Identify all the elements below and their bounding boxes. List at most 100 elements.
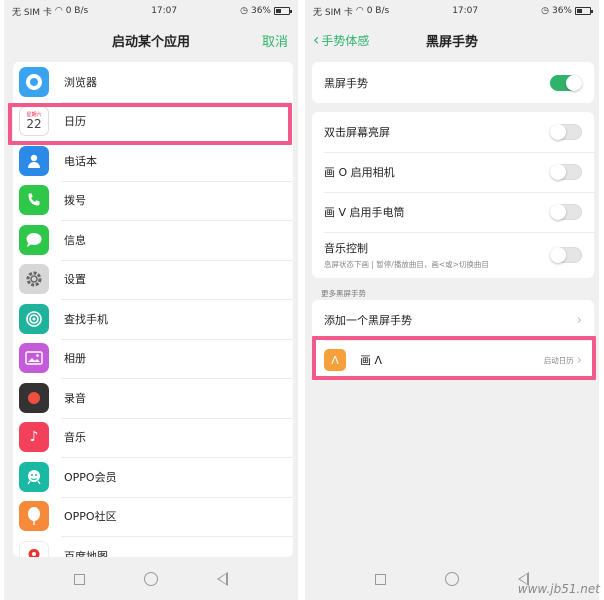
add-gesture-row[interactable]: 添加一个黑屏手势 › <box>312 300 594 340</box>
app-item-recorder[interactable]: 录音 <box>13 378 293 418</box>
app-label: 查找手机 <box>64 312 108 326</box>
calendar-icon: 星期六 22 <box>19 106 49 137</box>
carrier-text: 无 SIM 卡 <box>12 7 52 18</box>
back-button[interactable]: ‹ 手势体感 <box>313 32 369 49</box>
app-label: 浏览器 <box>64 75 97 89</box>
messages-icon <box>19 224 49 255</box>
double-tap-wake-row[interactable]: 双击屏幕亮屏 <box>312 112 594 152</box>
wifi-icon: ◠ <box>355 6 364 16</box>
cancel-button[interactable]: 取消 <box>262 31 288 50</box>
recent-apps-icon[interactable] <box>73 573 85 585</box>
screen-off-gesture-toggle[interactable] <box>550 74 582 91</box>
page-title: 黑屏手势 <box>425 34 478 50</box>
app-label: OPPO会员 <box>64 470 117 484</box>
system-nav-bar <box>4 558 298 600</box>
setting-label: 黑屏手势 <box>324 76 368 90</box>
setting-label: 画 V 启用手电筒 <box>324 206 405 219</box>
browser-icon <box>19 66 49 97</box>
recent-apps-icon[interactable] <box>374 573 386 585</box>
main-toggle-card: 黑屏手势 <box>312 62 594 103</box>
music-control-row[interactable]: 音乐控制 息屏状态下画 | 暂停/播放曲目，画<或>切换曲目 <box>312 232 594 278</box>
custom-gesture-row[interactable]: Λ 画 Λ 启动日历 › <box>312 340 594 380</box>
setting-label: 添加一个黑屏手势 <box>324 314 412 327</box>
right-screen: 无 SIM 卡 ◠ 0 B/s 17:07 ◷ 36% ‹ 手势体感 黑屏手势 … <box>305 0 599 600</box>
options-card: 双击屏幕亮屏 画 O 启用相机 画 V 启用手电筒 音乐控制 息屏状态下画 | … <box>312 112 594 278</box>
recorder-icon <box>19 382 49 413</box>
app-item-calendar[interactable]: 星期六 22 日历 <box>13 101 293 142</box>
status-bar: 无 SIM 卡 ◠ 0 B/s 17:07 ◷ 36% <box>4 0 298 22</box>
app-label: 相册 <box>64 352 86 366</box>
chevron-left-icon: ‹ <box>313 30 320 49</box>
draw-o-camera-row[interactable]: 画 O 启用相机 <box>312 152 594 192</box>
app-item-phone[interactable]: 拨号 <box>13 180 293 221</box>
app-label: 设置 <box>64 273 86 287</box>
draw-v-flashlight-row[interactable]: 画 V 启用手电筒 <box>312 192 594 232</box>
setting-label: 音乐控制 <box>324 242 368 255</box>
watermark: www.jb51.net <box>517 582 600 596</box>
oppo-community-icon <box>19 501 49 532</box>
nav-bar: ‹ 手势体感 黑屏手势 <box>305 22 599 58</box>
music-icon: ♪ <box>19 422 49 453</box>
left-screen: 无 SIM 卡 ◠ 0 B/s 17:07 ◷ 36% 启动某个应用 取消 浏览… <box>4 0 298 600</box>
battery-percent: 36% <box>250 6 271 16</box>
app-item-baidu-map[interactable]: 百度地图 <box>13 536 293 557</box>
more-gestures-card: 添加一个黑屏手势 › Λ 画 Λ 启动日历 › <box>312 300 594 380</box>
network-speed: 0 B/s <box>65 6 89 16</box>
app-list: 浏览器 星期六 22 日历 电话本 拨号 信息 设置 查找手机 相册 录音 ♪ … <box>13 62 293 557</box>
oppo-member-icon <box>19 461 49 492</box>
app-label: 录音 <box>64 391 86 405</box>
back-icon[interactable] <box>217 572 229 586</box>
gesture-label: 画 Λ <box>360 354 383 367</box>
app-item-messages[interactable]: 信息 <box>13 220 293 260</box>
app-item-find-phone[interactable]: 查找手机 <box>13 299 293 339</box>
app-item-contacts[interactable]: 电话本 <box>13 141 293 181</box>
alarm-icon: ◷ <box>541 6 549 16</box>
setting-description: 息屏状态下画 | 暂停/播放曲目，画<或>切换曲目 <box>324 260 489 269</box>
baidu-map-icon <box>19 540 49 557</box>
app-item-oppo-member[interactable]: OPPO会员 <box>13 457 293 497</box>
app-label: 日历 <box>64 115 86 129</box>
app-label: OPPO社区 <box>64 510 117 524</box>
setting-label: 画 O 启用相机 <box>324 166 395 179</box>
gesture-action: 启动日历 <box>543 355 574 365</box>
nav-bar: 启动某个应用 取消 <box>4 22 298 58</box>
app-label: 拨号 <box>64 194 86 208</box>
page-title: 启动某个应用 <box>111 34 190 50</box>
app-item-oppo-community[interactable]: OPPO社区 <box>13 496 293 537</box>
find-phone-icon <box>19 303 49 334</box>
app-label: 音乐 <box>64 431 86 445</box>
double-tap-wake-toggle[interactable] <box>550 124 582 140</box>
home-icon[interactable] <box>143 572 158 586</box>
app-item-settings[interactable]: 设置 <box>13 259 293 300</box>
app-label: 百度地图 <box>64 549 108 557</box>
carrier-text: 无 SIM 卡 <box>313 7 353 18</box>
app-item-music[interactable]: ♪ 音乐 <box>13 417 293 458</box>
album-icon <box>19 343 49 374</box>
battery-icon <box>273 7 292 15</box>
app-item-album[interactable]: 相册 <box>13 338 293 379</box>
status-time: 17:07 <box>151 6 178 16</box>
chevron-right-icon: › <box>576 312 582 328</box>
status-time: 17:07 <box>452 6 479 16</box>
gesture-lambda-icon: Λ <box>324 349 346 371</box>
contacts-icon <box>19 145 49 176</box>
app-label: 信息 <box>64 233 86 247</box>
section-header: 更多黑屏手势 <box>321 289 366 298</box>
status-bar: 无 SIM 卡 ◠ 0 B/s 17:07 ◷ 36% <box>305 0 599 22</box>
chevron-right-icon: › <box>576 352 582 368</box>
draw-v-flashlight-toggle[interactable] <box>550 204 582 220</box>
screen-off-gesture-row[interactable]: 黑屏手势 <box>312 62 594 103</box>
app-item-browser[interactable]: 浏览器 <box>13 62 293 102</box>
battery-icon <box>574 7 593 15</box>
alarm-icon: ◷ <box>240 6 248 16</box>
phone-icon <box>19 185 49 216</box>
back-label: 手势体感 <box>321 33 370 48</box>
settings-icon <box>19 264 49 295</box>
music-control-toggle[interactable] <box>550 247 582 263</box>
app-label: 电话本 <box>64 154 97 168</box>
battery-percent: 36% <box>551 6 572 16</box>
network-speed: 0 B/s <box>366 6 390 16</box>
home-icon[interactable] <box>444 572 459 586</box>
wifi-icon: ◠ <box>54 6 63 16</box>
draw-o-camera-toggle[interactable] <box>550 164 582 180</box>
